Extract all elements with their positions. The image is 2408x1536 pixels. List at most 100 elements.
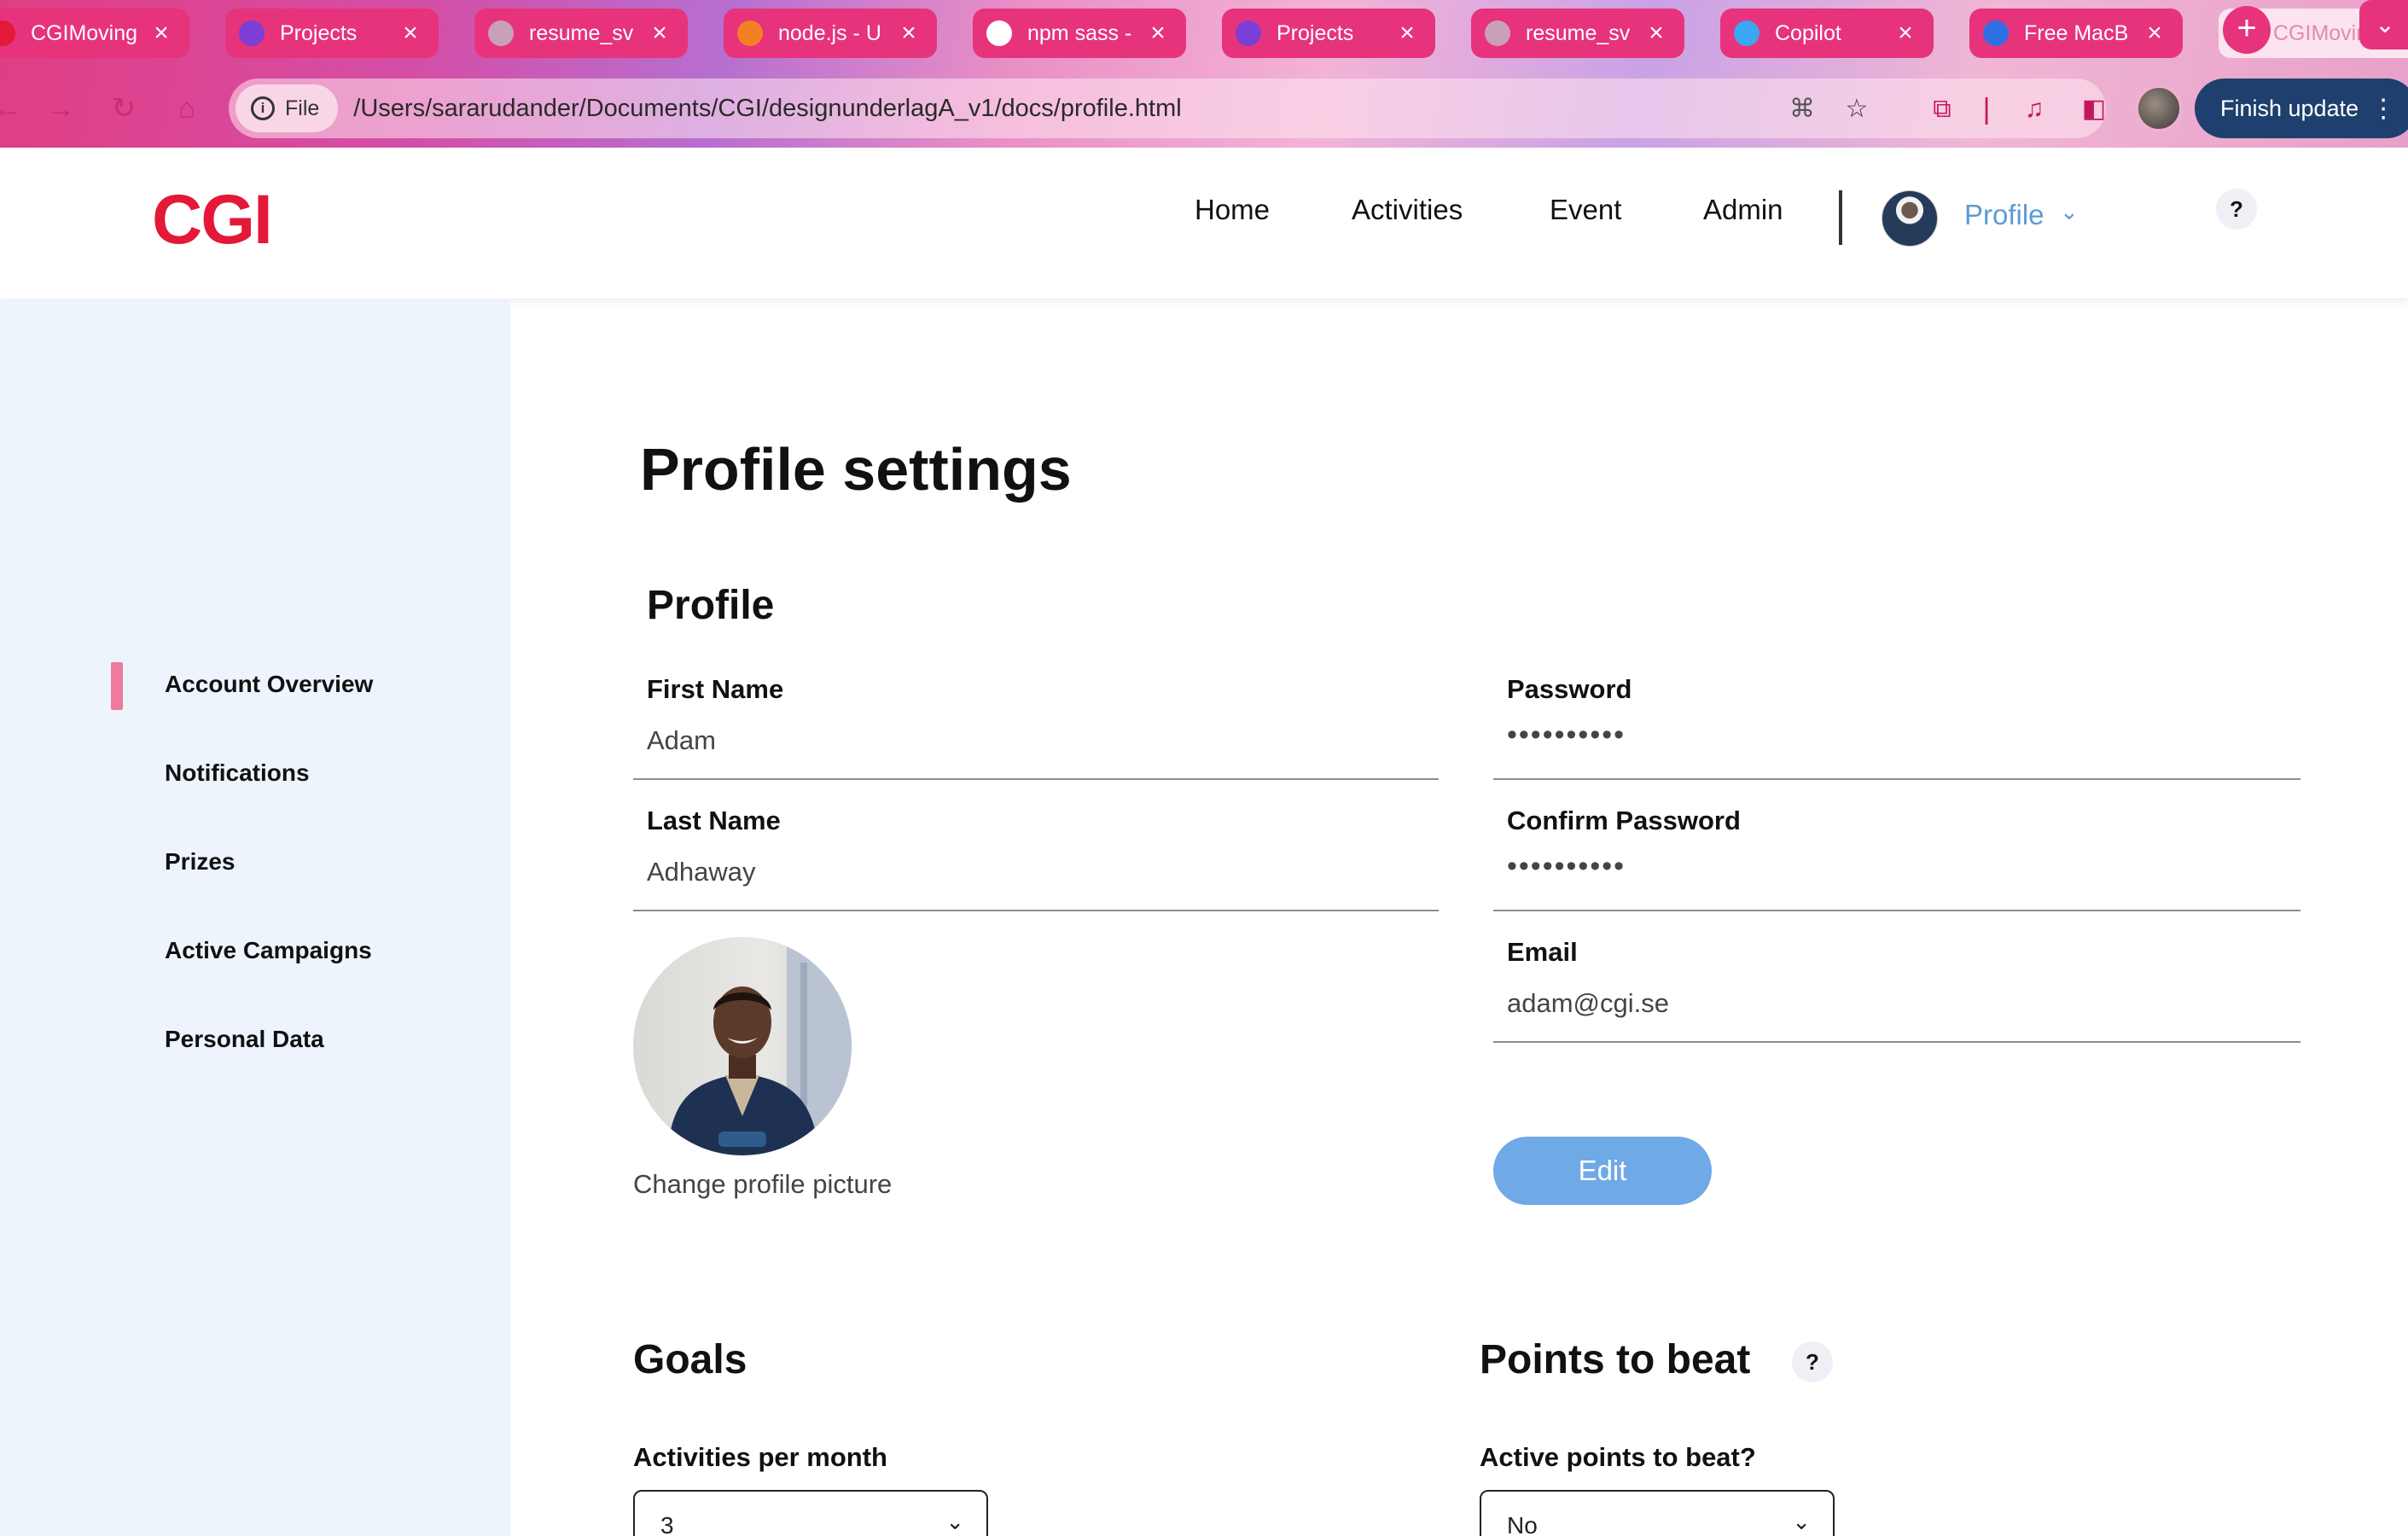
settings-sidebar: Account Overview Notifications Prizes Ac… (0, 300, 510, 1536)
tab-label: Projects (280, 20, 358, 45)
malwarebytes-icon (1983, 20, 2009, 46)
more-menu-icon: ⋮ (2370, 94, 2397, 123)
reload-icon[interactable]: ↻ (101, 85, 147, 131)
confirm-password-field[interactable]: •••••••••• (1493, 850, 2300, 911)
last-name-field[interactable]: Adhaway (633, 855, 1439, 911)
email-label: Email (1507, 937, 1578, 967)
forward-icon[interactable]: → (38, 85, 84, 131)
close-tab-icon[interactable]: × (2142, 20, 2167, 46)
finish-update-button[interactable]: Finish update ⋮ (2195, 79, 2408, 138)
confirm-password-value: •••••••••• (1507, 850, 1626, 882)
site-info-chip[interactable]: i File (236, 84, 339, 132)
globe-icon (488, 20, 514, 46)
browser-toolbar: ← → ↻ ⌂ i File /Users/sararudander/Docum… (0, 79, 2408, 138)
close-tab-icon[interactable]: × (1643, 20, 1669, 46)
first-name-label: First Name (647, 674, 784, 704)
browser-tab[interactable]: node.js - U × (724, 9, 937, 58)
close-tab-icon[interactable]: × (1893, 20, 1918, 46)
home-icon[interactable]: ⌂ (164, 85, 210, 131)
close-tab-icon[interactable]: × (148, 20, 174, 46)
nav-home[interactable]: Home (1195, 194, 1270, 226)
close-tab-icon[interactable]: × (647, 20, 672, 46)
cgi-logo[interactable]: CGI (152, 180, 273, 260)
finish-update-label: Finish update (2220, 95, 2359, 121)
password-label: Password (1507, 674, 1632, 704)
password-value: •••••••••• (1507, 719, 1626, 751)
points-to-beat-title: Points to beat (1480, 1337, 1751, 1382)
sidebar-item-prizes[interactable]: Prizes (165, 848, 236, 876)
info-icon: i (251, 96, 275, 120)
nav-divider (1839, 190, 1842, 245)
chevron-down-icon[interactable]: ⌄ (2060, 199, 2079, 225)
profile-section-title: Profile (647, 583, 775, 628)
first-name-field[interactable]: Adam (633, 724, 1439, 780)
firefox-icon (1236, 20, 1261, 46)
tab-label: npm sass - (1027, 20, 1132, 45)
close-tab-icon[interactable]: × (398, 20, 423, 46)
points-help-icon[interactable]: ? (1792, 1341, 1833, 1382)
active-points-label: Active points to beat? (1480, 1442, 1756, 1472)
nav-event[interactable]: Event (1550, 194, 1621, 226)
chevron-down-icon: ⌄ (1792, 1509, 1811, 1534)
toolbar-divider: | (1982, 93, 1991, 125)
address-bar[interactable]: i File /Users/sararudander/Documents/CGI… (229, 79, 2106, 138)
first-name-value: Adam (647, 725, 716, 755)
tab-label: resume_sv (529, 20, 634, 45)
sidebar-item-notifications[interactable]: Notifications (165, 759, 310, 787)
site-header: CGI Home Activities Event Admin Profile … (0, 148, 2408, 300)
browser-tab[interactable]: npm sass - × (973, 9, 1186, 58)
url-text[interactable]: /Users/sararudander/Documents/CGI/design… (353, 95, 1181, 123)
chevron-down-icon: ⌄ (945, 1509, 964, 1534)
browser-tab[interactable]: resume_sv × (474, 9, 688, 58)
browser-tab[interactable]: Projects × (225, 9, 439, 58)
profile-menu-label[interactable]: Profile (1964, 199, 2044, 231)
tab-label: node.js - U (778, 20, 881, 45)
tab-label: Copilot (1775, 20, 1841, 45)
goals-title: Goals (633, 1337, 747, 1382)
active-points-value: No (1507, 1512, 1538, 1536)
bookmark-star-icon[interactable]: ☆ (1838, 90, 1876, 128)
active-item-marker (111, 662, 123, 710)
profile-picture[interactable] (633, 937, 852, 1155)
google-icon (986, 20, 1012, 46)
extensions-icon[interactable]: ⧉ (1923, 90, 1961, 128)
browser-tab[interactable]: resume_sv × (1471, 9, 1684, 58)
new-tab-button[interactable]: + (2223, 6, 2271, 54)
firefox-icon (239, 20, 265, 46)
change-profile-picture-link[interactable]: Change profile picture (633, 1169, 892, 1200)
activities-per-month-value: 3 (660, 1512, 674, 1536)
confirm-password-label: Confirm Password (1507, 806, 1741, 835)
browser-tab[interactable]: Projects × (1222, 9, 1435, 58)
browser-profile-avatar[interactable] (2135, 84, 2183, 132)
back-icon[interactable]: ← (0, 85, 31, 131)
browser-tab[interactable]: CGIMoving × (0, 9, 189, 58)
nav-admin[interactable]: Admin (1703, 194, 1783, 226)
translate-icon[interactable]: ⌘ (1783, 90, 1821, 128)
password-field[interactable]: •••••••••• (1493, 719, 2300, 780)
media-controls-icon[interactable]: ♫ (2015, 90, 2053, 128)
sidebar-item-personal-data[interactable]: Personal Data (165, 1026, 324, 1053)
close-tab-icon[interactable]: × (896, 20, 922, 46)
last-name-label: Last Name (647, 806, 781, 835)
edit-button[interactable]: Edit (1493, 1137, 1712, 1205)
side-panel-icon[interactable]: ◧ (2075, 90, 2113, 128)
close-tab-icon[interactable]: × (1394, 20, 1420, 46)
activities-per-month-label: Activities per month (633, 1442, 887, 1472)
last-name-value: Adhaway (647, 857, 756, 887)
browser-tab[interactable]: Copilot × (1720, 9, 1934, 58)
email-field[interactable]: adam@cgi.se (1493, 986, 2300, 1043)
tab-label: resume_sv (1526, 20, 1631, 45)
tab-search-button[interactable]: ⌄ (2359, 0, 2408, 49)
sidebar-item-account-overview[interactable]: Account Overview (165, 671, 373, 698)
activities-per-month-select[interactable]: 3 ⌄ (633, 1490, 988, 1536)
sidebar-item-active-campaigns[interactable]: Active Campaigns (165, 937, 372, 964)
tab-label: Free MacB (2024, 20, 2129, 45)
close-tab-icon[interactable]: × (1145, 20, 1171, 46)
active-points-select[interactable]: No ⌄ (1480, 1490, 1835, 1536)
browser-chrome: CGIMoving × Projects × resume_sv × node.js - U… (0, 0, 2408, 148)
browser-tab[interactable]: Free MacB × (1969, 9, 2183, 58)
nav-activities[interactable]: Activities (1352, 194, 1463, 226)
cgi-icon (0, 20, 15, 46)
help-icon[interactable]: ? (2216, 189, 2257, 230)
header-avatar[interactable] (1882, 190, 1938, 247)
